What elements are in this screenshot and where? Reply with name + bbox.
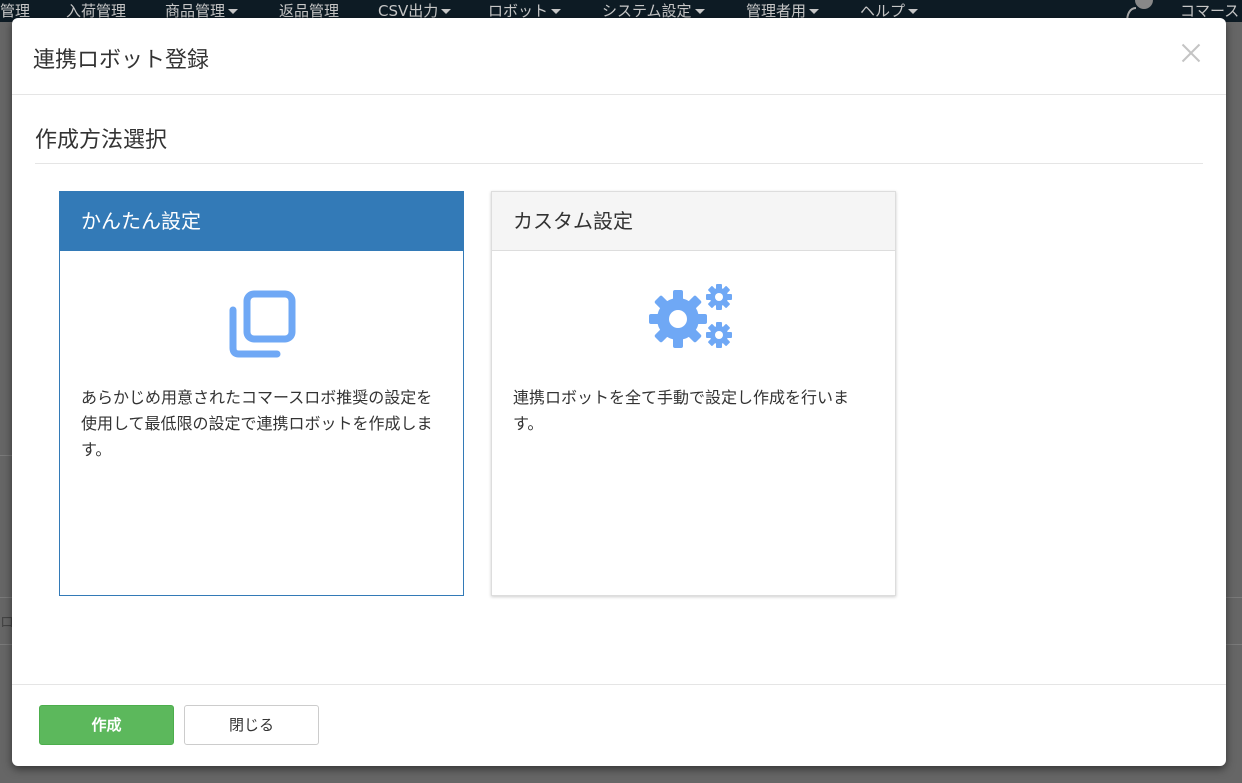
robot-registration-modal: 連携ロボット登録 作成方法選択 かんたん設定 あらかじめ用意されたコマースロボ推… xyxy=(12,18,1226,766)
section-title: 作成方法選択 xyxy=(35,128,168,153)
section-divider xyxy=(35,163,1203,164)
close-button[interactable]: 閉じる xyxy=(184,705,319,745)
create-button[interactable]: 作成 xyxy=(39,705,174,745)
option-card-description: 連携ロボットを全て手動で設定し作成を行います。 xyxy=(513,388,850,433)
caret-down-icon xyxy=(809,9,820,14)
option-card-custom[interactable]: カスタム設定 連携ロボットを全て手動で設定し作成を行います。 xyxy=(491,191,896,596)
caret-down-icon xyxy=(441,9,452,14)
modal-footer: 作成 閉じる xyxy=(12,684,1226,766)
option-card-title: カスタム設定 xyxy=(492,192,895,251)
copy-icon xyxy=(229,290,295,358)
close-icon[interactable] xyxy=(1178,40,1204,66)
caret-down-icon xyxy=(908,9,919,14)
modal-title: 連携ロボット登録 xyxy=(33,48,210,73)
option-card-description: あらかじめ用意されたコマースロボ推奨の設定を使用して最低限の設定で連携ロボットを… xyxy=(81,388,433,459)
caret-down-icon xyxy=(694,9,705,14)
modal-header: 連携ロボット登録 xyxy=(12,18,1226,95)
caret-down-icon xyxy=(551,9,562,14)
caret-down-icon xyxy=(228,9,239,14)
gears-icon xyxy=(648,284,732,348)
option-card-easy[interactable]: かんたん設定 あらかじめ用意されたコマースロボ推奨の設定を使用して最低限の設定で… xyxy=(59,191,464,596)
option-card-title: かんたん設定 xyxy=(60,192,463,251)
